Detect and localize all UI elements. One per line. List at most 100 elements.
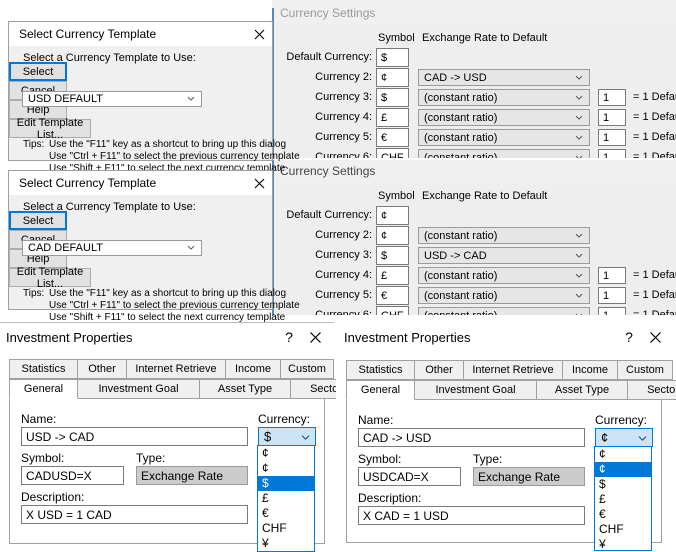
tab-other-1[interactable]: Other [77,359,127,379]
currency-symbol-field[interactable]: $ [376,48,409,67]
currency-symbol-field[interactable]: £ [376,266,409,285]
edit-template-list-button-1[interactable]: Edit Template List... [9,117,91,141]
equals-default-label: = 1 Default [633,111,676,123]
currency-dropdown-option[interactable]: € [595,507,651,522]
currency-dropdown-option[interactable]: € [258,506,314,521]
tab-general-1[interactable]: General [9,379,78,399]
exchange-rate-combo[interactable]: (constant ratio) [418,287,590,304]
tab-statistics-2[interactable]: Statistics [346,360,415,380]
currency-symbol-field[interactable]: € [376,286,409,305]
titlebar-2: Select Currency Template [9,171,272,195]
close-icon[interactable] [246,23,272,45]
exchange-rate-amount-field[interactable]: 1 [598,307,626,315]
currency-dropdown-list-2[interactable]: ¢ ¢ $ £ € CHF ¥ [594,446,652,551]
currency-dropdown-option[interactable]: $ [258,476,314,491]
currency-symbol-field[interactable]: ¢ [376,206,409,225]
exchange-rate-combo[interactable]: (constant ratio) [418,109,590,126]
currency-symbol-field[interactable]: CHF [376,148,409,158]
tab-investment-goal-1[interactable]: Investment Goal [77,379,200,399]
type-field-2: Exchange Rate [473,467,585,486]
currency-symbol-field[interactable]: ¢ [376,68,409,87]
chevron-down-icon [187,244,195,252]
template-select-combo-2[interactable]: CAD DEFAULT [22,240,202,256]
tab-income-1[interactable]: Income [225,359,281,379]
equals-default-label: = 1 Default [633,309,676,315]
currency-symbol-field[interactable]: ¢ [376,226,409,245]
help-question-icon[interactable]: ? [276,326,302,348]
tab-asset-type-1[interactable]: Asset Type [199,379,291,399]
equals-default-label: = 1 Default [633,289,676,301]
tab-income-2[interactable]: Income [562,360,618,380]
close-icon[interactable] [246,172,272,194]
currency-dropdown-option[interactable]: ¢ [258,446,314,461]
exchange-rate-combo[interactable]: (constant ratio) [418,129,590,146]
type-label-2: Type: [473,452,503,466]
description-field-2[interactable]: X CAD = 1 USD [358,506,585,525]
col-header-symbol-1: Symbol [378,32,415,44]
exchange-rate-combo[interactable]: (constant ratio) [418,227,590,244]
exchange-rate-combo[interactable]: (constant ratio) [418,267,590,284]
name-field-2[interactable]: CAD -> USD [358,428,585,447]
tab-internet-retrieve-2[interactable]: Internet Retrieve [463,360,563,380]
currency-dropdown-option[interactable]: ¢ [595,447,651,462]
exchange-rate-combo[interactable]: (constant ratio) [418,89,590,106]
symbol-field-1[interactable]: CADUSD=X [21,466,124,485]
currency-symbol-field[interactable]: $ [376,246,409,265]
chevron-down-icon [575,291,583,299]
tab-general-2[interactable]: General [346,380,415,400]
description-label-2: Description: [358,491,422,505]
edit-template-list-button-2[interactable]: Edit Template List... [9,266,91,290]
currency-dropdown-option[interactable]: $ [595,477,651,492]
currency-dropdown-option[interactable]: ¥ [595,537,651,550]
currency-dropdown-option[interactable]: ¢ [258,461,314,476]
currency-dropdown-option[interactable]: £ [258,491,314,506]
currency-symbol-field[interactable]: CHF [376,306,409,315]
select-button-2[interactable]: Select [9,211,67,230]
exchange-rate-amount-field[interactable]: 1 [598,89,626,106]
symbol-field-2[interactable]: USDCAD=X [358,467,461,486]
tab-internet-retrieve-1[interactable]: Internet Retrieve [126,359,226,379]
currency-dropdown-option[interactable]: CHF [258,521,314,536]
name-field-1[interactable]: USD -> CAD [21,427,248,446]
tab-asset-type-2[interactable]: Asset Type [536,380,628,400]
currency-dropdown-list-1[interactable]: ¢ ¢ $ £ € CHF ¥ [257,445,315,552]
tab-other-2[interactable]: Other [414,360,464,380]
tab-investment-goal-2[interactable]: Investment Goal [414,380,537,400]
currency-row: Currency 2: ¢ CAD -> USD [276,68,676,88]
tab-statistics-1[interactable]: Statistics [9,359,78,379]
currency-settings-body-1: Symbol Exchange Rate to Default Default … [276,26,676,158]
template-select-combo-1[interactable]: USD DEFAULT [22,91,202,107]
close-icon[interactable] [642,326,668,348]
currency-dropdown-option[interactable]: ¢ [595,462,651,477]
currency-symbol-field[interactable]: $ [376,88,409,107]
exchange-rate-combo[interactable]: USD -> CAD [418,247,590,264]
select-button-1[interactable]: Select [9,62,67,81]
currency-dropdown-option[interactable]: £ [595,492,651,507]
currency-combo-2[interactable]: ¢ [595,428,653,447]
exchange-rate-amount-field[interactable]: 1 [598,129,626,146]
exchange-rate-combo[interactable]: (constant ratio) [418,149,590,158]
tab-custom-2[interactable]: Custom [617,360,673,380]
currency-symbol-field[interactable]: £ [376,108,409,127]
help-question-icon[interactable]: ? [616,326,642,348]
tab-custom-1[interactable]: Custom [280,359,334,379]
currency-dropdown-option[interactable]: ¥ [258,536,314,551]
currency-row: Currency 5: € (constant ratio) 1 = 1 Default [276,128,676,148]
tab-sector-2[interactable]: Sector [627,380,676,400]
exchange-rate-combo[interactable]: CAD -> USD [418,69,590,86]
template-prompt-label-2: Select a Currency Template to Use: [23,201,196,213]
exchange-rate-amount-field[interactable]: 1 [598,149,626,158]
template-prompt-label-1: Select a Currency Template to Use: [23,52,196,64]
close-icon[interactable] [302,326,328,348]
exchange-rate-amount-field[interactable]: 1 [598,109,626,126]
currency-symbol-field[interactable]: € [376,128,409,147]
currency-dropdown-option[interactable]: CHF [595,522,651,537]
exchange-rate-amount-field[interactable]: 1 [598,267,626,284]
exchange-rate-amount-field[interactable]: 1 [598,287,626,304]
exchange-rate-combo[interactable]: (constant ratio) [418,307,590,315]
chevron-down-icon [638,433,647,441]
currency-combo-1[interactable]: $ [258,427,316,446]
description-field-1[interactable]: X USD = 1 CAD [21,505,248,524]
exchange-rate-value: (constant ratio) [424,269,498,282]
select-currency-template-dialog-2: Select Currency Template Select a Curren… [8,170,300,323]
